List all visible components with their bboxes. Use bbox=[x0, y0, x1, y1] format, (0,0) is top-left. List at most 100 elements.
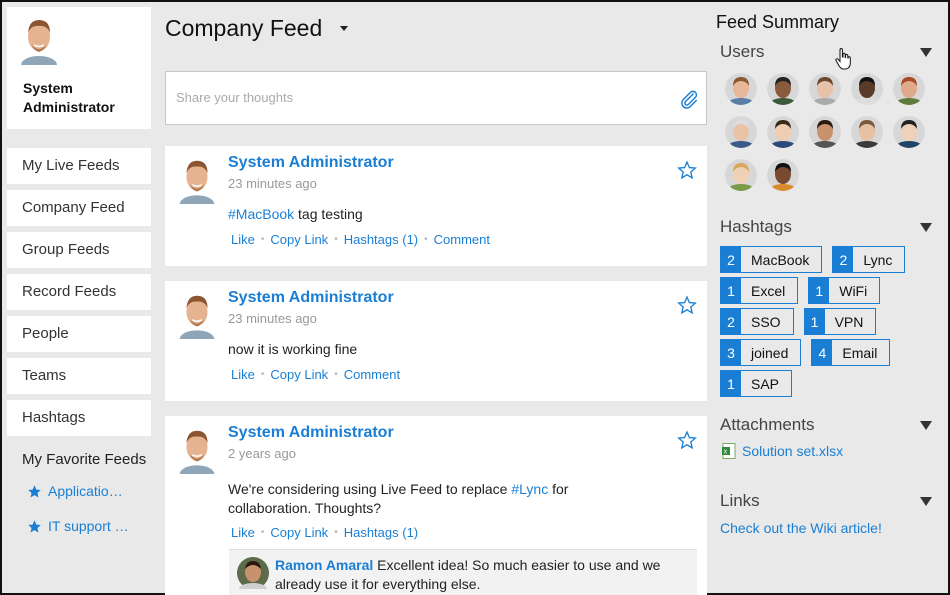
like-link[interactable]: Like bbox=[231, 232, 255, 247]
hashtag-name: Lync bbox=[863, 251, 893, 268]
user-avatar[interactable] bbox=[809, 73, 841, 105]
collapse-triangle-icon[interactable] bbox=[920, 47, 932, 57]
attachments-section-header[interactable]: Attachments bbox=[720, 415, 938, 435]
post-time: 2 years ago bbox=[228, 446, 296, 461]
author-avatar[interactable] bbox=[177, 156, 217, 204]
comment-author[interactable]: Ramon Amaral bbox=[275, 557, 373, 573]
nav-item-record-feeds[interactable]: Record Feeds bbox=[7, 274, 151, 310]
like-link[interactable]: Like bbox=[231, 525, 255, 540]
favorite-feed-label[interactable]: IT support … bbox=[48, 518, 129, 534]
user-avatar[interactable] bbox=[893, 73, 925, 105]
user-avatar[interactable] bbox=[725, 159, 757, 191]
author-avatar[interactable] bbox=[177, 426, 217, 474]
hashtag-chip-sap[interactable]: 1 SAP bbox=[720, 370, 793, 397]
feed-title-dropdown[interactable]: Company Feed bbox=[165, 7, 707, 49]
profile-avatar[interactable] bbox=[19, 15, 59, 74]
user-avatar[interactable] bbox=[767, 116, 799, 148]
separator: • bbox=[260, 234, 265, 245]
attachment-name[interactable]: Solution set.xlsx bbox=[742, 443, 843, 459]
nav-item-group-feeds[interactable]: Group Feeds bbox=[7, 232, 151, 268]
separator: • bbox=[424, 234, 428, 245]
user-avatar[interactable] bbox=[725, 73, 757, 105]
hashtag-name: VPN bbox=[834, 313, 864, 330]
hashtag-chip-sso[interactable]: 2 SSO bbox=[720, 308, 794, 335]
profile-name[interactable]: System Administrator bbox=[23, 79, 151, 117]
post-actions: Like • Copy Link • Hashtags (1) • Comment bbox=[231, 232, 490, 247]
nav-item-company-feed[interactable]: Company Feed bbox=[7, 190, 151, 226]
hashtags-heading: Hashtags bbox=[720, 217, 792, 236]
hashtag-chip-email[interactable]: 4 Email bbox=[811, 339, 891, 366]
user-avatar[interactable] bbox=[767, 159, 799, 191]
svg-text:x: x bbox=[724, 449, 728, 456]
hashtags-link[interactable]: Hashtags (1) bbox=[344, 232, 418, 247]
nav-item-hashtags[interactable]: Hashtags bbox=[7, 400, 151, 436]
hashtags-link[interactable]: Hashtags (1) bbox=[344, 525, 418, 540]
user-avatar[interactable] bbox=[851, 73, 883, 105]
separator: • bbox=[334, 234, 338, 245]
like-link[interactable]: Like bbox=[231, 367, 255, 382]
paperclip-icon[interactable] bbox=[678, 87, 700, 111]
post-hashtag[interactable]: #MacBook bbox=[228, 206, 294, 222]
favorite-feed-label[interactable]: Applicatio… bbox=[48, 483, 123, 499]
caret-down-icon[interactable] bbox=[340, 25, 349, 31]
favorite-feed-item[interactable]: IT support … bbox=[7, 514, 151, 538]
post-body: #MacBook tag testing bbox=[228, 205, 668, 224]
user-avatar[interactable] bbox=[851, 116, 883, 148]
favorite-star-icon[interactable] bbox=[677, 160, 697, 180]
post-author[interactable]: System Administrator bbox=[228, 154, 394, 172]
users-section-header[interactable]: Users bbox=[720, 42, 938, 62]
copy-link-link[interactable]: Copy Link bbox=[270, 525, 328, 540]
hashtag-chip-joined[interactable]: 3 joined bbox=[720, 339, 802, 366]
hashtag-name: joined bbox=[751, 344, 789, 361]
wiki-link[interactable]: Check out the Wiki article! bbox=[720, 520, 938, 536]
user-avatar[interactable] bbox=[725, 116, 757, 148]
copy-link-link[interactable]: Copy Link bbox=[270, 232, 328, 247]
separator: • bbox=[334, 527, 338, 538]
feed-post: System Administrator 2 years ago We're c… bbox=[165, 416, 707, 595]
user-avatar[interactable] bbox=[809, 116, 841, 148]
favorite-star-icon[interactable] bbox=[677, 295, 697, 315]
hashtag-chip-wifi[interactable]: 1 WiFi bbox=[808, 277, 881, 304]
commenter-avatar[interactable] bbox=[237, 557, 269, 589]
hashtag-count: 2 bbox=[721, 247, 741, 272]
links-heading: Links bbox=[720, 491, 760, 510]
post-actions: Like • Copy Link • Comment bbox=[231, 367, 400, 382]
hashtag-count: 2 bbox=[833, 247, 854, 272]
post-hashtag[interactable]: #Lync bbox=[511, 481, 548, 497]
hashtag-list: 2 MacBook 2 Lync 1 Excel 1 WiFi 2 SSO 1 VPN 3j… bbox=[720, 246, 940, 401]
feed-summary: Feed Summary Users Hashtags 2 MacBook 2 Ly… bbox=[716, 12, 938, 536]
hashtags-section-header[interactable]: Hashtags bbox=[720, 217, 938, 237]
separator: • bbox=[260, 527, 265, 538]
excel-file-icon: x bbox=[722, 443, 736, 459]
comment-link[interactable]: Comment bbox=[434, 232, 490, 247]
post-author[interactable]: System Administrator bbox=[228, 289, 394, 307]
nav-item-my-live-feeds[interactable]: My Live Feeds bbox=[7, 148, 151, 184]
collapse-triangle-icon[interactable] bbox=[920, 222, 932, 232]
hashtag-chip-macbook[interactable]: 2 MacBook bbox=[720, 246, 823, 273]
share-input[interactable]: Share your thoughts bbox=[165, 71, 707, 125]
collapse-triangle-icon[interactable] bbox=[920, 420, 932, 430]
profile-card[interactable]: System Administrator bbox=[7, 7, 151, 129]
hashtag-chip-vpn[interactable]: 1 VPN bbox=[803, 308, 877, 335]
favorite-feed-item[interactable]: Applicatio… bbox=[7, 479, 151, 503]
hashtag-count: 1 bbox=[721, 371, 741, 396]
post-body: We're considering using Live Feed to rep… bbox=[228, 480, 648, 518]
copy-link-link[interactable]: Copy Link bbox=[270, 367, 328, 382]
attachment-item[interactable]: x Solution set.xlsx bbox=[722, 443, 938, 459]
nav-item-people[interactable]: People bbox=[7, 316, 151, 352]
author-avatar[interactable] bbox=[177, 291, 217, 339]
hashtag-name: WiFi bbox=[839, 282, 868, 299]
feed-nav: My Live Feeds Company Feed Group Feeds R… bbox=[7, 148, 151, 436]
user-avatar[interactable] bbox=[893, 116, 925, 148]
user-avatar[interactable] bbox=[767, 73, 799, 105]
post-author[interactable]: System Administrator bbox=[228, 424, 394, 442]
hashtag-chip-lync[interactable]: 2 Lync bbox=[832, 246, 906, 273]
hashtag-chip-excel[interactable]: 1 Excel bbox=[720, 277, 799, 304]
nav-item-teams[interactable]: Teams bbox=[7, 358, 151, 394]
comment-link[interactable]: Comment bbox=[344, 367, 400, 382]
collapse-triangle-icon[interactable] bbox=[920, 496, 932, 506]
links-section-header[interactable]: Links bbox=[720, 491, 938, 511]
post-time: 23 minutes ago bbox=[228, 311, 317, 326]
hashtag-name: SSO bbox=[751, 313, 781, 330]
favorite-star-icon[interactable] bbox=[677, 430, 697, 450]
